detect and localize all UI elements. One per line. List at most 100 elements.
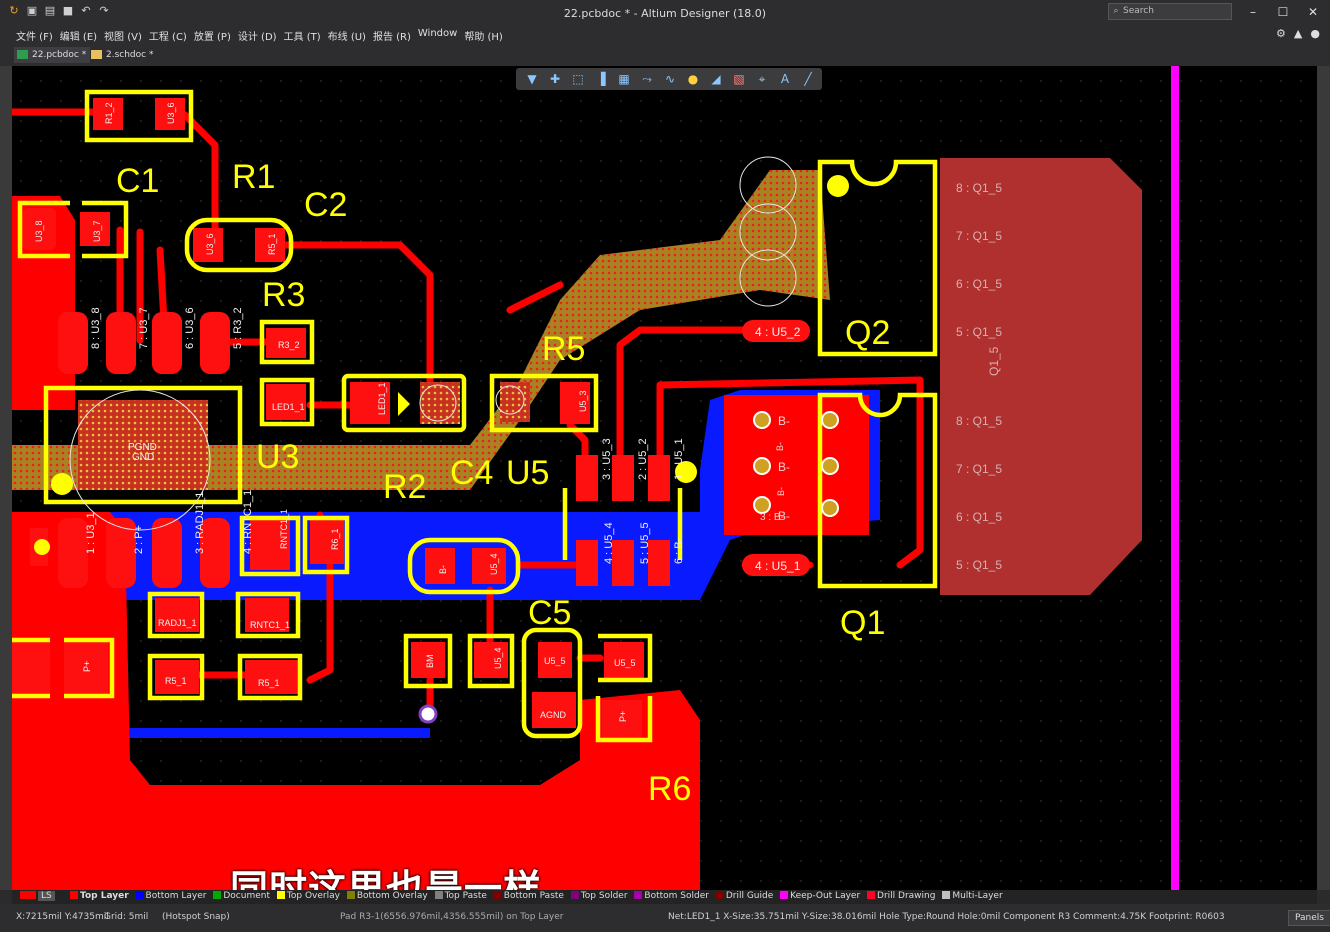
layer-color-bottom <box>135 891 144 899</box>
layer-color-bottom-solder <box>634 891 643 899</box>
layer-tab-top-paste-label: Top Paste <box>444 891 487 901</box>
tab-schdoc[interactable]: 2.schdoc * <box>88 47 157 63</box>
pad-label-radj1-1: RADJ1_1 <box>158 618 197 628</box>
layer-tab-document[interactable]: Document <box>209 891 270 901</box>
layer-color-top-solder <box>570 891 579 899</box>
filter-icon[interactable]: ▼ <box>522 70 542 88</box>
menu-window[interactable]: Window <box>418 28 457 43</box>
pad-label-rntc1-1b: RNTC1_1 <box>250 620 290 630</box>
diff-pair-icon[interactable]: ∿ <box>660 70 680 88</box>
led-pad-dotted <box>420 382 460 424</box>
q2-pin8-label: 8 : Q1_5 <box>956 181 1002 195</box>
layer-tab-top-paste[interactable]: Top Paste <box>431 891 487 901</box>
pad-label-5-r3-2: 5 : R3_2 <box>232 307 244 349</box>
layer-tab-bottom-label: Bottom Layer <box>145 891 207 901</box>
pcb-drawing[interactable]: C1 R1 C2 R3 R5 U3 R2 C4 U5 C5 Q2 Q1 RADJ… <box>12 66 1317 890</box>
pad-label-u3-6: U3_6 <box>166 102 176 124</box>
designator-u5: U5 <box>506 454 549 492</box>
search-placeholder: Search <box>1123 6 1154 16</box>
panels-button[interactable]: Panels <box>1288 910 1330 926</box>
q1-pin5-label: 5 : Q1_5 <box>956 558 1002 572</box>
q1-pad-pour <box>724 395 869 535</box>
q1-b-small-3: 3 : B- <box>760 512 784 523</box>
snap-mode: (Hotspot Snap) <box>162 912 230 922</box>
pad-label-8-u3-8: 8 : U3_8 <box>90 307 102 349</box>
u3-pin1-marker <box>51 473 73 495</box>
pad-label-pplus3: P+ <box>82 661 92 672</box>
tab-schdoc-label: 2.schdoc * <box>106 50 154 60</box>
dimension-icon[interactable]: ▧ <box>729 70 749 88</box>
menu-reports[interactable]: 报告 (R) <box>373 28 411 43</box>
chip-icon[interactable]: ▦ <box>614 70 634 88</box>
layer-tab-multi-layer[interactable]: Multi-Layer <box>938 891 1003 901</box>
menu-file[interactable]: 文件 (F) <box>16 28 53 43</box>
select-rect-icon[interactable]: ⬚ <box>568 70 588 88</box>
menu-view[interactable]: 视图 (V) <box>104 28 142 43</box>
layer-tab-top[interactable]: Top Layer <box>66 891 129 901</box>
route-icon[interactable]: ⤳ <box>637 70 657 88</box>
menu-project[interactable]: 工程 (C) <box>149 28 187 43</box>
pad-label-u3-7: U3_7 <box>92 220 102 242</box>
q1-b-label-1: B- <box>778 414 790 428</box>
via-icon[interactable]: ● <box>683 70 703 88</box>
designator-q2: Q2 <box>845 314 890 352</box>
layer-color-drill-drawing <box>867 891 876 899</box>
layer-tab-keep-out-label: Keep-Out Layer <box>790 891 861 901</box>
title-bar: ↻ ▣ ▤ ■ ↶ ↷ 22.pcbdoc * - Altium Designe… <box>0 0 1330 26</box>
menu-help[interactable]: 帮助 (H) <box>464 28 503 43</box>
user-icon[interactable]: ● <box>1310 27 1320 40</box>
designator-r3: R3 <box>262 276 305 314</box>
layer-tab-document-label: Document <box>223 891 271 901</box>
pad-label-led1-1b: LED1_1 <box>377 382 387 415</box>
pad-label-1-u3-1: 1 : U3_1 <box>85 512 97 554</box>
designator-r5: R5 <box>542 330 585 368</box>
layer-tab-drill-guide[interactable]: Drill Guide <box>712 891 773 901</box>
layer-tab-keep-out[interactable]: Keep-Out Layer <box>776 891 860 901</box>
designator-radj1: RADJ1 <box>176 745 290 786</box>
menu-tools[interactable]: 工具 (T) <box>284 28 321 43</box>
line-icon[interactable]: ╱ <box>798 70 818 88</box>
chart-icon[interactable]: ▐ <box>591 70 611 88</box>
layer-tab-bottom-overlay[interactable]: Bottom Overlay <box>343 891 428 901</box>
maximize-button[interactable]: ☐ <box>1268 2 1298 22</box>
gear-icon[interactable]: ⚙ <box>1276 27 1286 40</box>
layer-tab-bottom[interactable]: Bottom Layer <box>132 891 207 901</box>
tab-pcbdoc[interactable]: 22.pcbdoc * <box>14 47 91 63</box>
q2-pin1-marker <box>827 175 849 197</box>
cursor-coordinates: X:7215mil Y:4735mil <box>16 912 109 922</box>
layer-color-top-overlay <box>276 891 285 899</box>
pad-label-4-u5-4: 4 : U5_4 <box>603 522 615 564</box>
q1-pin7-label: 7 : Q1_5 <box>956 462 1002 476</box>
pcb-canvas[interactable]: C1 R1 C2 R3 R5 U3 R2 C4 U5 C5 Q2 Q1 RADJ… <box>12 66 1317 890</box>
close-button[interactable]: ✕ <box>1298 2 1328 22</box>
layer-tab-bottom-paste[interactable]: Bottom Paste <box>490 891 564 901</box>
layer-color-bottom-overlay <box>346 891 355 899</box>
pad-label-u3-6b: U3_6 <box>205 233 215 255</box>
layer-set-selector[interactable]: LS <box>16 891 55 901</box>
text-icon[interactable]: A <box>775 70 795 88</box>
grid-size: Grid: 5mil <box>104 912 149 922</box>
minimize-button[interactable]: – <box>1238 2 1268 22</box>
current-layer-chip <box>20 891 36 899</box>
schematic-file-icon <box>91 50 102 59</box>
layer-tab-top-solder[interactable]: Top Solder <box>567 891 628 901</box>
menu-design[interactable]: 设计 (D) <box>238 28 277 43</box>
polygon-icon[interactable]: ◢ <box>706 70 726 88</box>
menu-place[interactable]: 放置 (P) <box>194 28 231 43</box>
search-input[interactable]: ⌕ Search <box>1108 3 1232 20</box>
cross-icon[interactable]: ✚ <box>545 70 565 88</box>
menu-edit[interactable]: 编辑 (E) <box>60 28 97 43</box>
layer-tab-top-overlay[interactable]: Top Overlay <box>273 891 340 901</box>
pad-label-gnd: GND <box>132 452 154 463</box>
bell-icon[interactable]: ▲ <box>1294 27 1302 40</box>
layer-tab-drill-drawing-label: Drill Drawing <box>877 891 936 901</box>
pad-label-r3-2: R3_2 <box>278 340 300 350</box>
menu-route[interactable]: 布线 (U) <box>328 28 366 43</box>
document-tab-bar: 22.pcbdoc * 2.schdoc * <box>0 44 1330 67</box>
q1-b-label-2: B- <box>778 460 790 474</box>
net-info: Net:LED1_1 X-Size:35.751mil Y-Size:38.01… <box>668 912 1225 922</box>
layer-tab-drill-drawing[interactable]: Drill Drawing <box>863 891 935 901</box>
component-icon[interactable]: ⌖ <box>752 70 772 88</box>
layer-tab-bottom-solder[interactable]: Bottom Solder <box>630 891 709 901</box>
pad-label-7-u3-7: 7 : U3_7 <box>138 307 150 349</box>
